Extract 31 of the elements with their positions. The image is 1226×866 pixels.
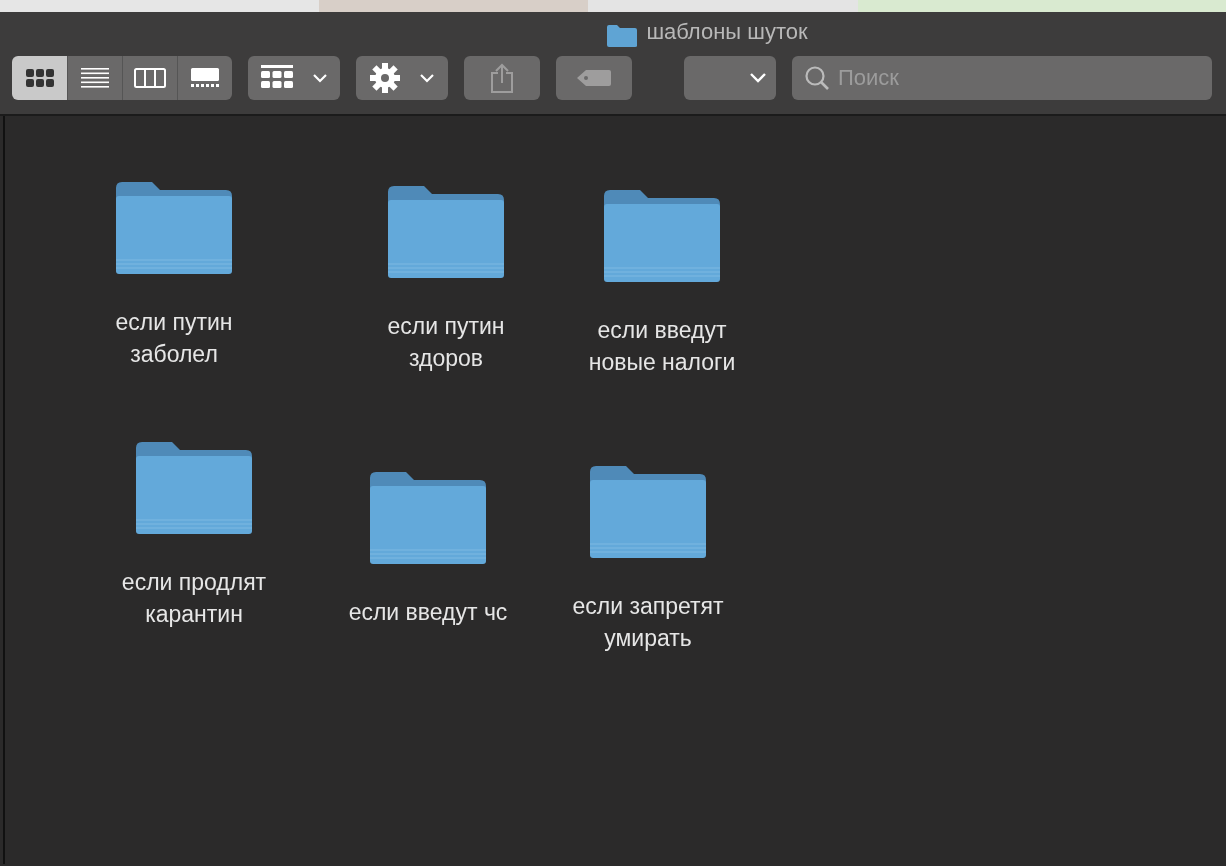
list-icon bbox=[81, 68, 109, 88]
window-title: шаблоны шуток bbox=[646, 18, 808, 46]
folder-icon[interactable] bbox=[588, 464, 708, 560]
icons-view-button[interactable] bbox=[12, 56, 67, 100]
chevron-icon bbox=[313, 73, 327, 83]
chevron-icon bbox=[420, 73, 434, 83]
grid-icon bbox=[261, 65, 293, 91]
folder-name[interactable]: если введут новые налоги bbox=[576, 314, 748, 378]
folder-icon bbox=[606, 24, 639, 48]
folder-name[interactable]: если запретят умирать bbox=[562, 590, 734, 654]
folder-icon[interactable] bbox=[386, 184, 506, 280]
gallery-icon bbox=[190, 68, 220, 88]
folder-name[interactable]: если путин заболел bbox=[88, 306, 260, 370]
columns-icon bbox=[134, 68, 166, 88]
columns-view-button[interactable] bbox=[122, 56, 177, 100]
folder-icon[interactable] bbox=[134, 440, 254, 536]
arrange-button[interactable] bbox=[248, 56, 340, 100]
tag-icon bbox=[576, 69, 612, 87]
gear-icon bbox=[370, 63, 400, 93]
gallery-view-button[interactable] bbox=[177, 56, 232, 100]
grid-icon bbox=[25, 69, 54, 87]
folder-name[interactable]: если введут чс bbox=[348, 596, 508, 628]
list-view-button[interactable] bbox=[67, 56, 122, 100]
folder-icon[interactable] bbox=[368, 470, 488, 566]
folder-icon[interactable] bbox=[114, 180, 234, 276]
folder-name[interactable]: если продлят карантин bbox=[108, 566, 280, 630]
settings-button[interactable] bbox=[356, 56, 448, 100]
share-icon bbox=[490, 63, 514, 93]
chevron-icon bbox=[750, 73, 766, 83]
folder-name[interactable]: если путин здоров bbox=[360, 310, 532, 374]
folder-icon[interactable] bbox=[602, 188, 722, 284]
